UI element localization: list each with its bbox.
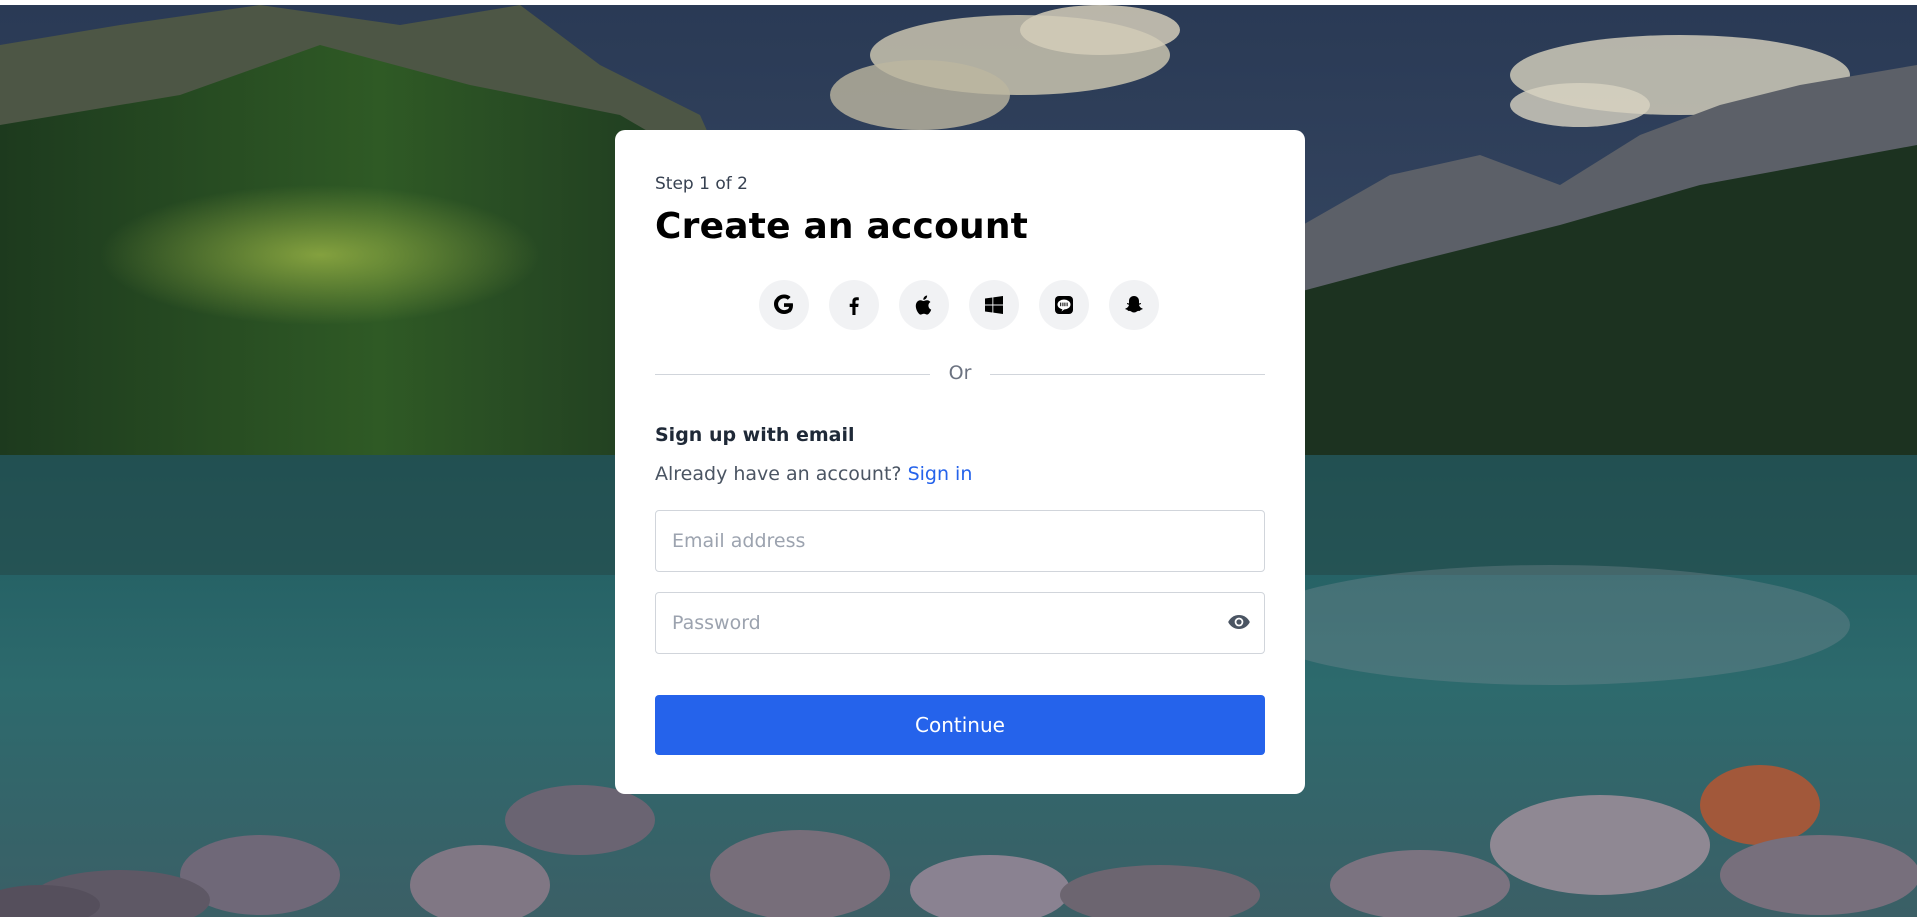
google-signup-button[interactable] [759,280,809,330]
snapchat-signup-button[interactable] [1109,280,1159,330]
social-login-group [759,280,1159,330]
email-field-wrapper [655,510,1265,572]
line-signup-button[interactable] [1039,280,1089,330]
signup-card: Step 1 of 2 Create an account Or Sign up… [615,130,1305,794]
sign-in-prompt-text: Already have an account? [655,463,902,485]
sign-in-link[interactable]: Sign in [908,463,973,485]
snapchat-icon [1125,296,1143,313]
email-signup-heading: Sign up with email [655,424,855,446]
step-label: Step 1 of 2 [655,174,748,194]
email-field[interactable] [656,511,1264,571]
sign-in-prompt: Already have an account? Sign in [655,463,972,485]
line-icon [1055,296,1073,314]
facebook-icon [849,297,859,315]
google-icon [774,294,793,314]
windows-icon [985,296,1003,314]
password-field-wrapper [655,592,1265,654]
apple-signup-button[interactable] [899,280,949,330]
show-password-icon[interactable] [1226,609,1252,635]
password-field[interactable] [656,593,1264,653]
continue-button[interactable]: Continue [655,695,1265,755]
or-divider: Or [655,362,1265,386]
divider-line-right [990,374,1265,375]
divider-text: Or [948,362,972,384]
windows-signup-button[interactable] [969,280,1019,330]
page-title: Create an account [655,206,1029,247]
apple-icon [915,295,932,315]
facebook-signup-button[interactable] [829,280,879,330]
